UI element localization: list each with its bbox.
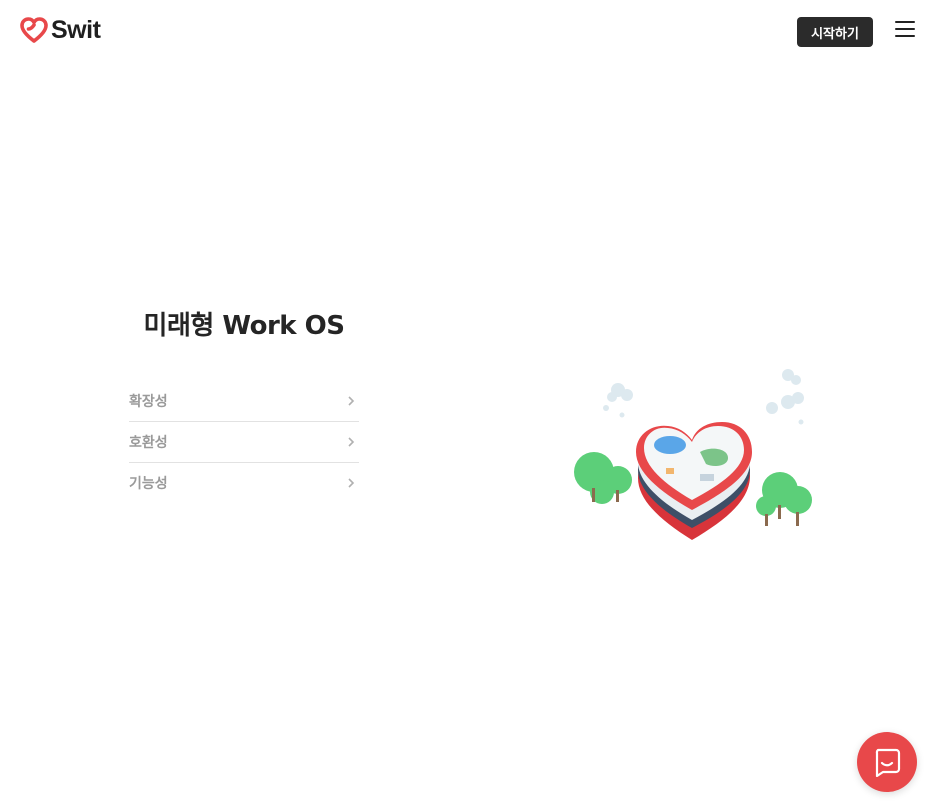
cloud-icon bbox=[603, 369, 804, 425]
tree-icon bbox=[574, 452, 632, 504]
chat-bubble-icon bbox=[875, 748, 901, 777]
feature-item-functionality[interactable]: 기능성 bbox=[129, 463, 359, 503]
heart-island bbox=[636, 422, 752, 540]
hero-title: 미래형 Work OS bbox=[143, 311, 345, 341]
site-header: Swit 시작하기 bbox=[0, 0, 937, 64]
heart-infinity-icon bbox=[20, 17, 48, 43]
logo-text: Swit bbox=[51, 16, 101, 44]
feature-label: 호환성 bbox=[129, 435, 168, 451]
chat-launcher-button[interactable] bbox=[857, 732, 917, 792]
feature-item-compatibility[interactable]: 호환성 bbox=[129, 422, 359, 463]
feature-list: 확장성 호환성 기능성 bbox=[129, 381, 359, 503]
tree-icon bbox=[756, 472, 812, 526]
chevron-right-icon bbox=[348, 478, 355, 488]
swit-logo[interactable]: Swit bbox=[20, 16, 101, 44]
start-button[interactable]: 시작하기 bbox=[797, 17, 873, 47]
feature-label: 기능성 bbox=[129, 476, 168, 492]
chevron-right-icon bbox=[348, 437, 355, 447]
hamburger-menu-icon[interactable] bbox=[893, 19, 917, 39]
feature-label: 확장성 bbox=[129, 394, 168, 410]
heart-island-illustration bbox=[574, 369, 812, 540]
chevron-right-icon bbox=[348, 396, 355, 406]
feature-item-scalability[interactable]: 확장성 bbox=[129, 381, 359, 422]
